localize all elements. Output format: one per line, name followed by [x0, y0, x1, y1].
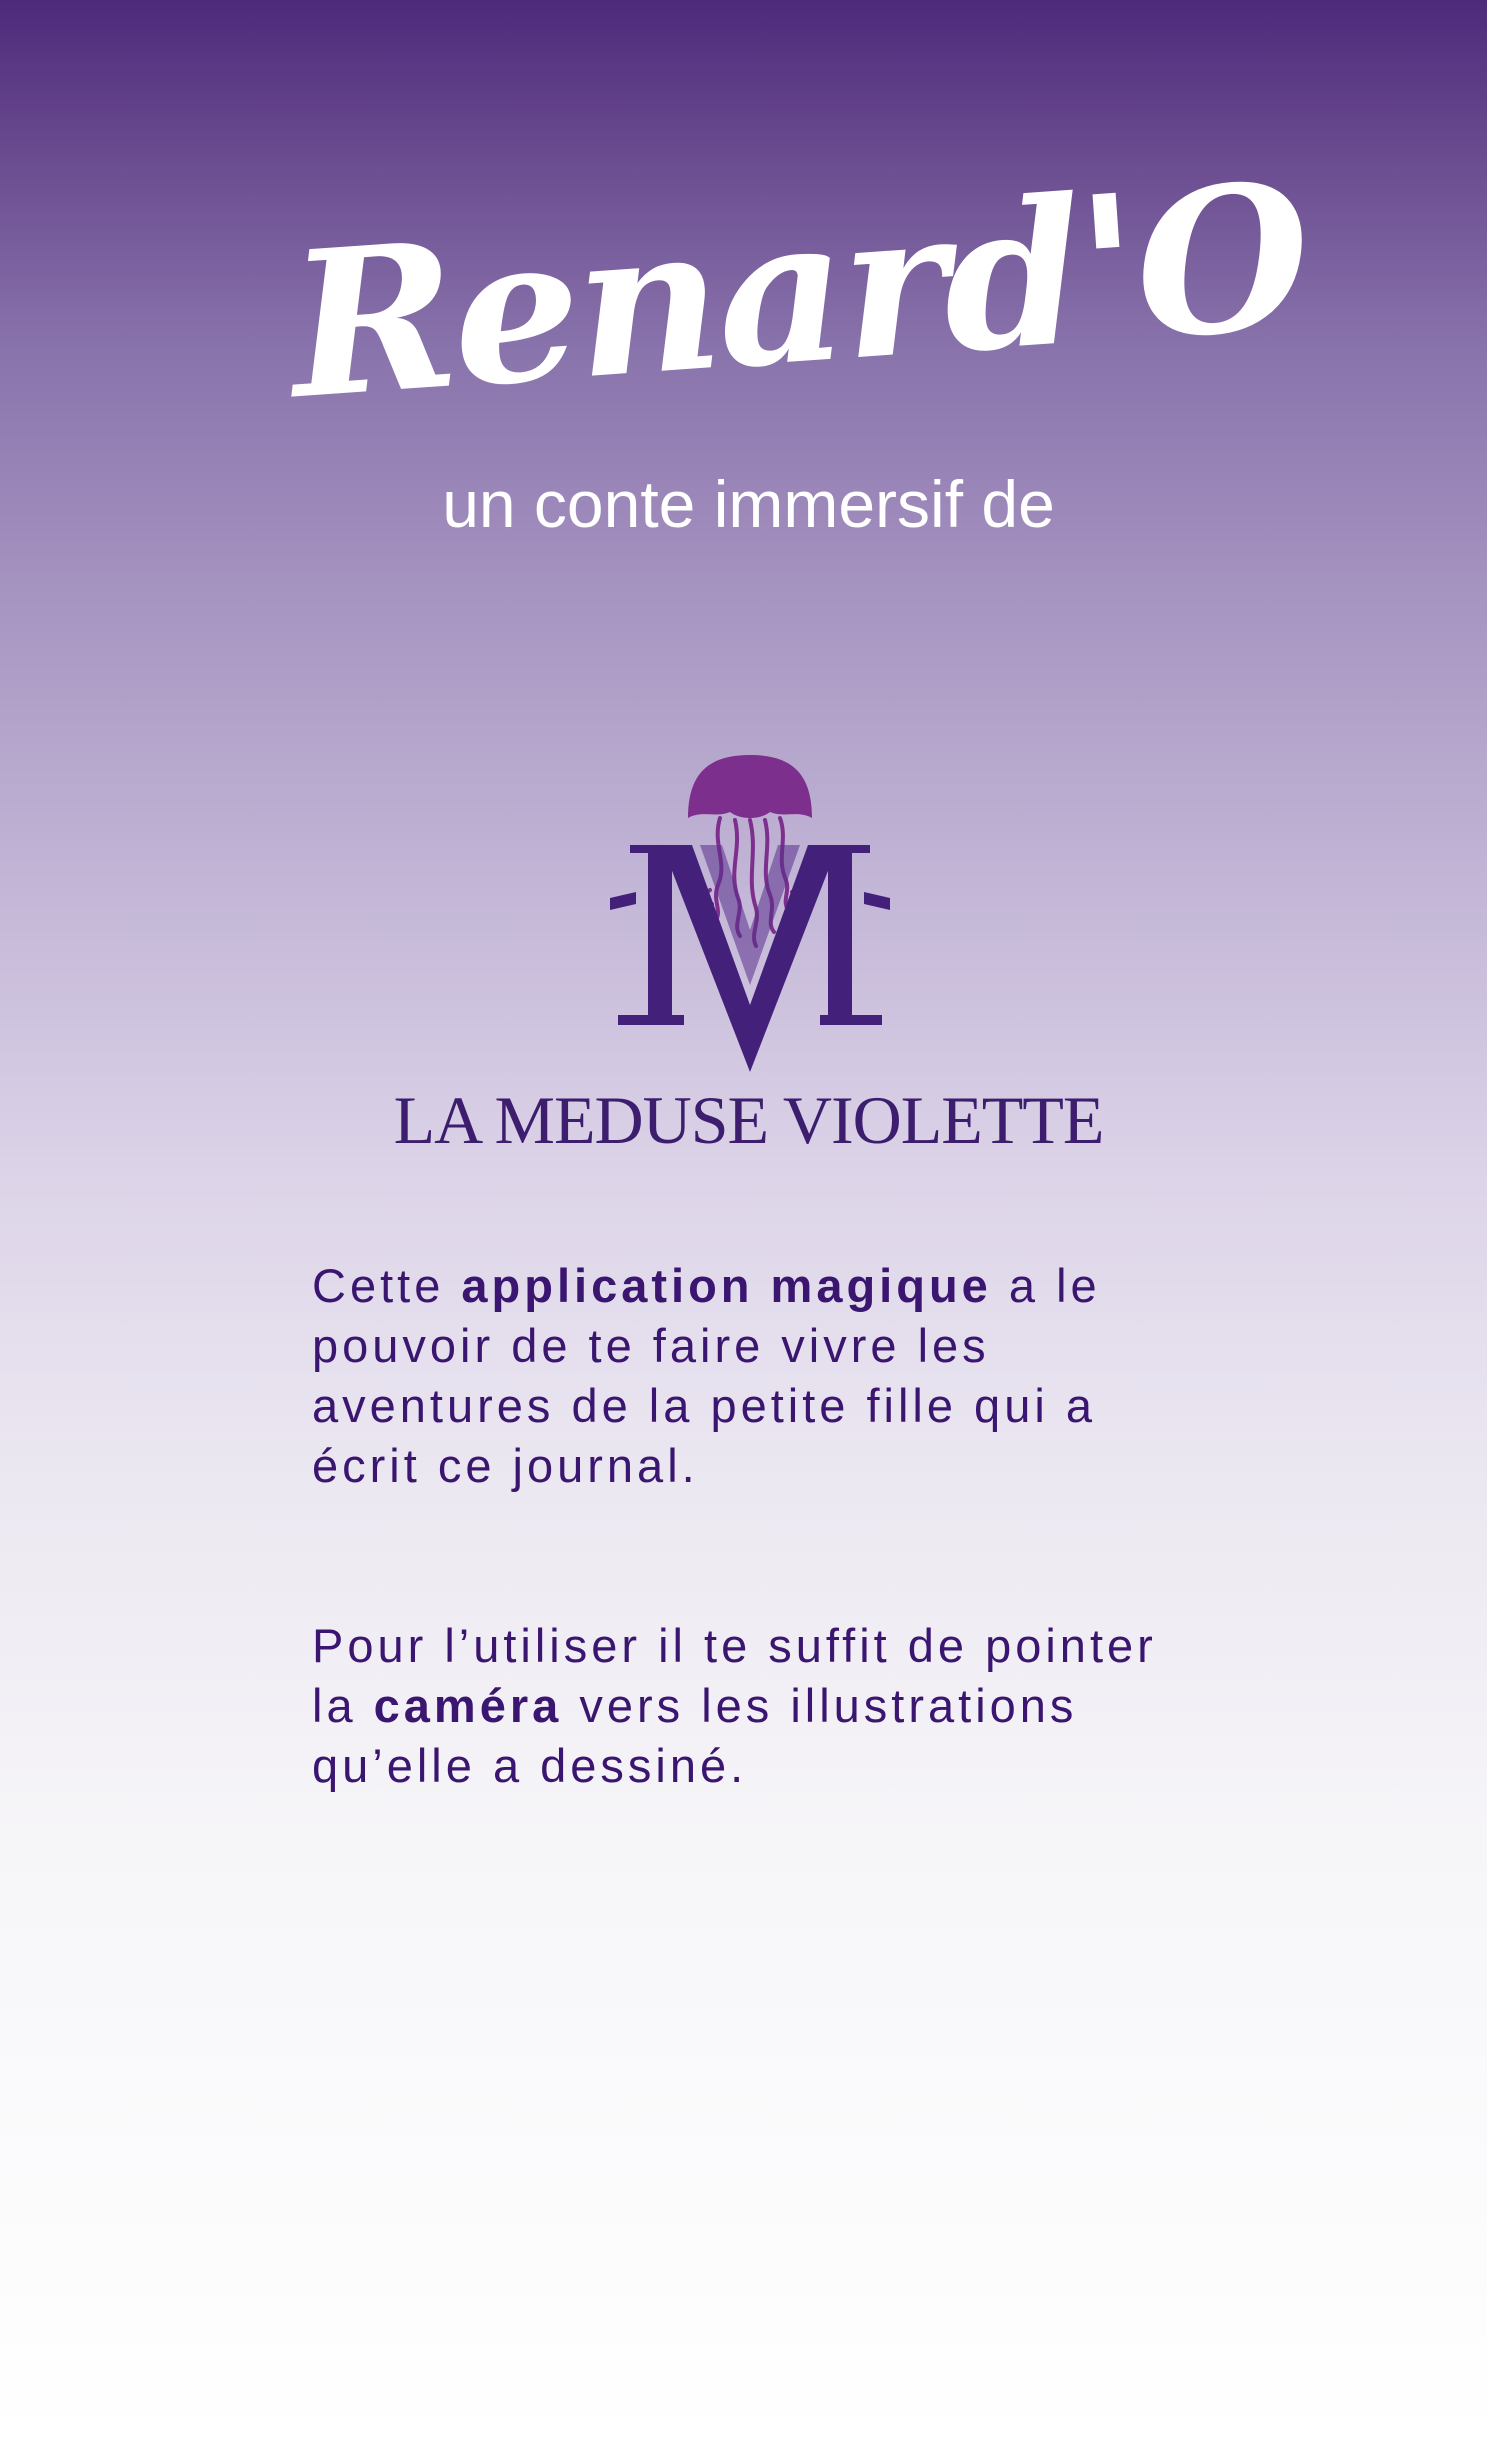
- intro-paragraph-1: Cette application magique a le pouvoir d…: [312, 1256, 1192, 1496]
- intro-emphasis: application magique: [461, 1259, 992, 1312]
- intro-paragraph-2: Pour l’utiliser il te suffit de pointer …: [312, 1616, 1192, 1796]
- intro-emphasis: caméra: [373, 1679, 563, 1732]
- brand-name: LA MEDUSE VIOLETTE: [393, 1082, 1105, 1158]
- app-subtitle: un conte immersif de: [442, 467, 1055, 541]
- splash-screen: Renard'O un conte immersif de LA MEDUSE …: [0, 0, 1497, 2441]
- jellyfish-monogram-icon: [610, 755, 890, 1072]
- right-edge-strip: [1487, 0, 1497, 2441]
- app-title: Renard'O: [282, 138, 1314, 445]
- intro-text: Cette: [312, 1259, 462, 1312]
